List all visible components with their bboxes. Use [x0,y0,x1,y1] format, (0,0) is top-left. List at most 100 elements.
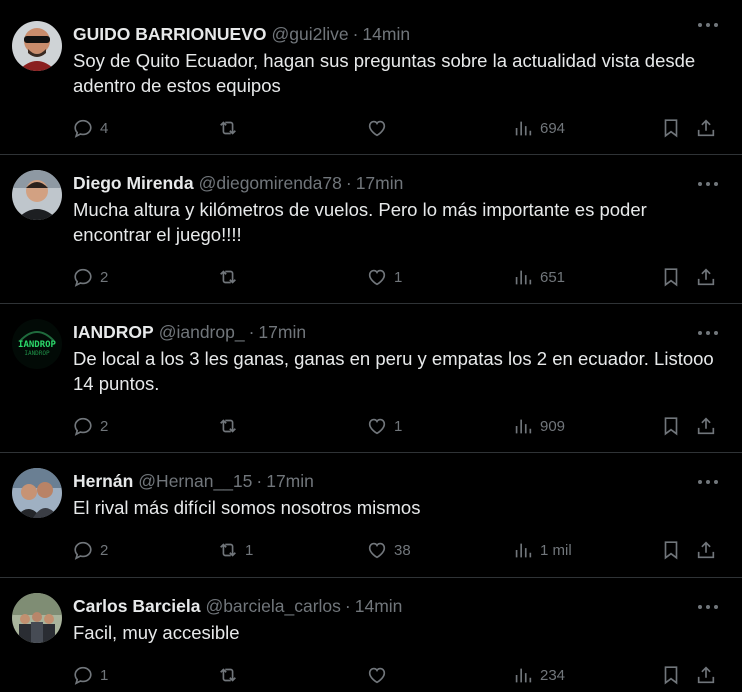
reply-icon [74,666,92,685]
like-icon [368,120,386,137]
tweet[interactable]: IANDROP IANDROP IANDROP @iandrop_ · 17mi… [0,304,742,453]
like-icon [368,667,386,684]
views-button[interactable]: 234 [512,663,565,687]
tweet-actions: 4 694 [72,116,726,140]
share-icon [697,119,715,137]
reply-button[interactable]: 2 [72,538,108,562]
reply-button[interactable]: 2 [72,265,108,289]
retweet-button[interactable]: 1 [217,538,253,562]
tweet-actions: 1 234 [72,663,726,687]
author-handle[interactable]: @gui2live [271,23,348,45]
view-count: 1 mil [540,541,572,559]
timestamp[interactable]: 14min [355,595,403,617]
like-button[interactable]: 1 [366,414,402,438]
share-button[interactable] [695,265,717,289]
author-handle[interactable]: @diegomirenda78 [199,172,342,194]
bookmark-icon [664,666,678,685]
bookmark-button[interactable] [660,116,682,140]
tweet-feed: GUIDO BARRIONUEVO @gui2live · 14min Soy … [0,0,742,692]
reply-count: 2 [100,268,109,286]
more-icon[interactable] [698,477,718,487]
bookmark-button[interactable] [660,663,682,687]
retweet-icon [220,270,236,284]
author-name[interactable]: Carlos Barciela [73,595,200,617]
reply-count: 1 [100,666,109,684]
views-button[interactable]: 1 mil [512,538,572,562]
more-icon[interactable] [698,602,718,612]
separator: · [256,471,263,491]
reply-icon [74,417,92,436]
reply-button[interactable]: 1 [72,663,108,687]
author-handle[interactable]: @iandrop_ [159,321,245,343]
like-count: 38 [394,541,411,559]
author-name[interactable]: Hernán [73,470,133,492]
timestamp[interactable]: 14min [362,23,410,45]
avatar-logo-text-small: IANDROP [24,350,50,357]
avatar-logo-text: IANDROP [18,340,57,350]
like-button[interactable] [366,663,394,687]
author-name[interactable]: IANDROP [73,321,154,343]
timestamp[interactable]: 17min [266,470,314,492]
bookmark-button[interactable] [660,414,682,438]
reply-button[interactable]: 2 [72,414,108,438]
avatar[interactable]: IANDROP IANDROP [12,319,62,369]
view-count: 234 [540,666,566,684]
avatar[interactable] [12,593,62,643]
views-button[interactable]: 909 [512,414,565,438]
like-icon [368,269,386,286]
more-icon[interactable] [698,179,718,189]
like-button[interactable]: 38 [366,538,411,562]
retweet-button[interactable] [217,663,245,687]
retweet-button[interactable] [217,116,245,140]
views-icon [515,121,532,136]
reply-icon [74,268,92,287]
tweet[interactable]: GUIDO BARRIONUEVO @gui2live · 14min Soy … [0,0,742,155]
like-icon [368,542,386,559]
more-icon[interactable] [698,20,718,30]
share-icon [697,666,715,684]
author-name[interactable]: Diego Mirenda [73,172,194,194]
views-button[interactable]: 651 [512,265,565,289]
avatar[interactable] [12,21,62,71]
share-button[interactable] [695,116,717,140]
separator: · [344,596,351,616]
separator: · [345,173,352,193]
timestamp[interactable]: 17min [356,172,404,194]
tweet[interactable]: Hernán @Hernan__15 · 17min El rival más … [0,453,742,578]
share-button[interactable] [695,663,717,687]
like-count: 1 [394,268,403,286]
avatar[interactable] [12,170,62,220]
reply-count: 2 [100,541,109,559]
bookmark-button[interactable] [660,538,682,562]
retweet-button[interactable] [217,265,245,289]
bookmark-icon [664,119,678,138]
author-handle[interactable]: @barciela_carlos [205,595,340,617]
timestamp[interactable]: 17min [258,321,306,343]
share-button[interactable] [695,538,717,562]
bookmark-button[interactable] [660,265,682,289]
bookmark-icon [664,417,678,436]
share-button[interactable] [695,414,717,438]
tweet-actions: 2 1 909 [72,414,726,438]
views-icon [515,270,532,285]
tweet[interactable]: Diego Mirenda @diegomirenda78 · 17min Mu… [0,155,742,304]
retweet-button[interactable] [217,414,245,438]
author-handle[interactable]: @Hernan__15 [138,470,252,492]
like-button[interactable]: 1 [366,265,402,289]
tweet[interactable]: Carlos Barciela @barciela_carlos · 14min… [0,578,742,692]
more-icon[interactable] [698,328,718,338]
share-icon [697,268,715,286]
avatar[interactable] [12,468,62,518]
views-icon [515,668,532,683]
separator: · [248,322,255,342]
like-icon [368,418,386,435]
tweet-text: Mucha altura y kilómetros de vuelos. Per… [73,199,647,245]
views-icon [515,419,532,434]
share-icon [697,417,715,435]
views-button[interactable]: 694 [512,116,565,140]
reply-button[interactable]: 4 [72,116,108,140]
reply-count: 2 [100,417,109,435]
author-name[interactable]: GUIDO BARRIONUEVO [73,23,266,45]
views-icon [515,543,532,558]
like-button[interactable] [366,116,394,140]
